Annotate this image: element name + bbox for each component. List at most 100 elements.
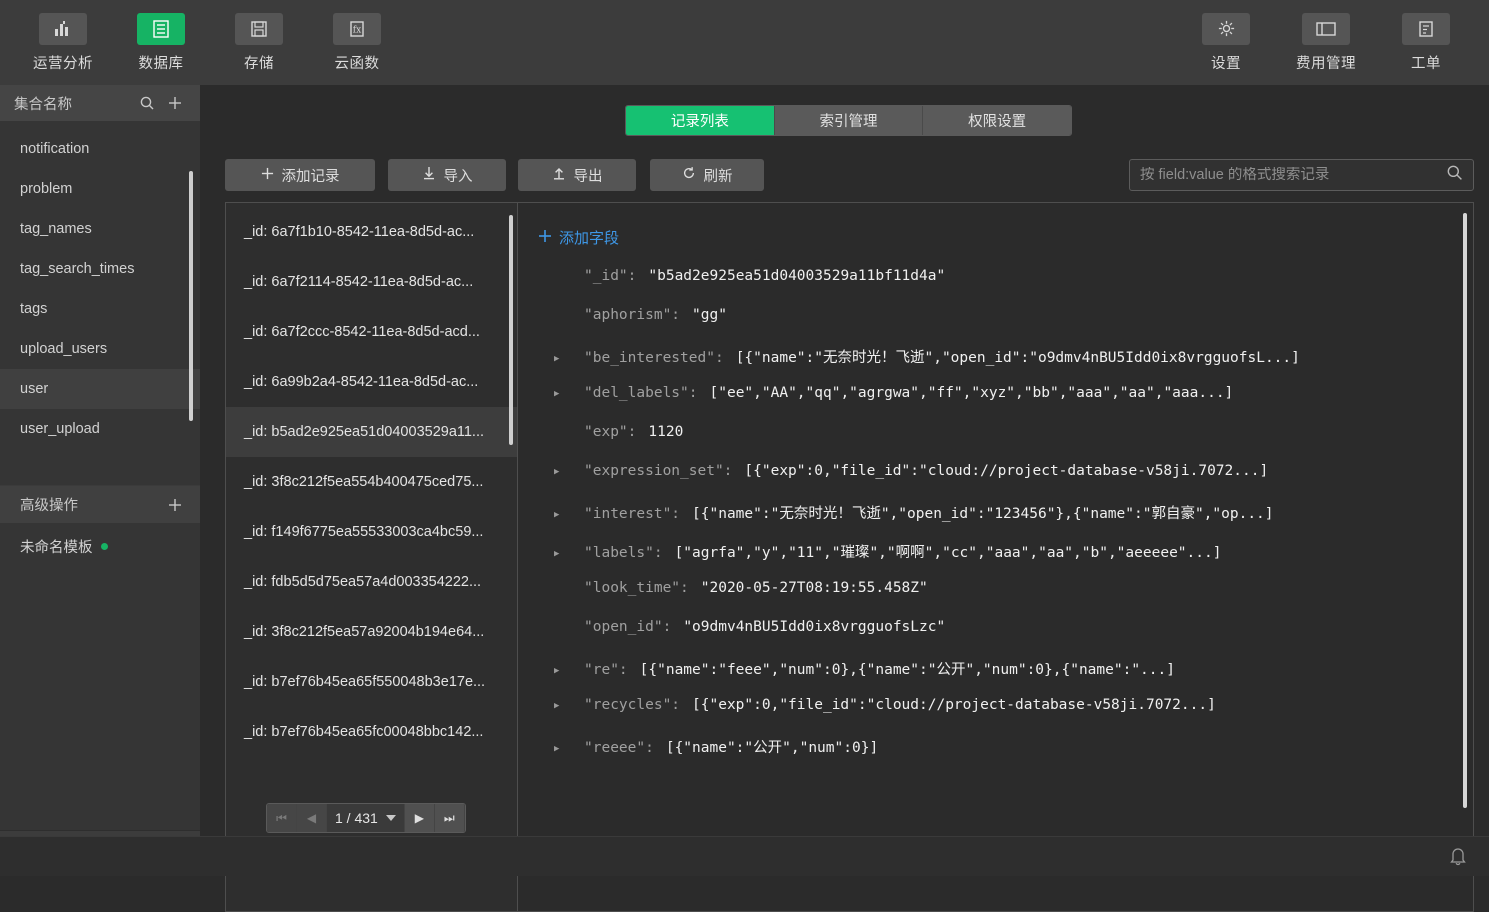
json-field-key: "exp": xyxy=(584,424,636,440)
nav-item-cloud-functions[interactable]: fx 云函数 xyxy=(322,13,392,73)
billing-icon xyxy=(1315,21,1337,37)
import-button[interactable]: 导入 xyxy=(388,159,506,191)
json-field-row: ▶ "interest": [{"name":"无奈时光！飞逝","open_i… xyxy=(538,502,1473,541)
list-item-selected[interactable]: _id: b5ad2e925ea51d04003529a11... xyxy=(226,407,517,457)
tab-index-management[interactable]: 索引管理 xyxy=(775,106,924,135)
json-field-row: ▶ "exp": 1120 xyxy=(538,424,1473,463)
sidebar-item-upload_users[interactable]: upload_users xyxy=(0,329,200,369)
sidebar-item-user[interactable]: user xyxy=(0,369,200,409)
expand-triangle-icon[interactable]: ▶ xyxy=(554,355,570,364)
export-button[interactable]: 导出 xyxy=(518,159,636,191)
sidebar-item-problem[interactable]: problem xyxy=(0,169,200,209)
nav-item-storage[interactable]: 存储 xyxy=(224,13,294,73)
nav-item-settings[interactable]: 设置 xyxy=(1191,13,1261,73)
template-label: 未命名模板 xyxy=(20,536,93,557)
advanced-operations-header[interactable]: 高级操作 xyxy=(0,485,200,523)
record-search-box[interactable] xyxy=(1129,159,1474,191)
pagination-page-selector[interactable]: 1 / 431 xyxy=(327,804,405,832)
expand-triangle-icon[interactable]: ▶ xyxy=(554,667,570,676)
list-item[interactable]: _id: 3f8c212f5ea57a92004b194e64... xyxy=(226,607,517,657)
gear-icon-tile xyxy=(1202,13,1250,45)
list-item[interactable]: _id: b7ef76b45ea65f550048b3e17e... xyxy=(226,657,517,707)
main-tab-bar: 记录列表 索引管理 权限设置 xyxy=(625,105,1072,136)
pagination-prev-button[interactable]: ◀ xyxy=(297,804,327,832)
nav-label: 运营分析 xyxy=(33,52,93,73)
pagination-first-button[interactable]: ⏮ xyxy=(267,804,297,832)
sidebar-title: 集合名称 xyxy=(14,93,130,114)
sidebar-item-tags[interactable]: tags xyxy=(0,289,200,329)
sidebar-item-notification[interactable]: notification xyxy=(0,129,200,169)
status-dot-icon xyxy=(101,543,108,550)
expand-triangle-icon[interactable]: ▶ xyxy=(554,745,570,754)
json-field-key: "labels": xyxy=(584,545,663,561)
json-field-value: [{"name":"公开","num":0}] xyxy=(666,736,878,757)
billing-icon-tile xyxy=(1302,13,1350,45)
search-icon[interactable] xyxy=(136,92,158,114)
nav-item-tickets[interactable]: 工单 xyxy=(1391,13,1461,73)
list-item[interactable]: _id: b7ef76b45ea65fc00048bbc142... xyxy=(226,707,517,757)
json-field-value: [{"name":"feee","num":0},{"name":"公开","n… xyxy=(640,658,1175,679)
tab-permission-settings[interactable]: 权限设置 xyxy=(923,106,1071,135)
sidebar-item-untitled-template[interactable]: 未命名模板 xyxy=(0,523,200,569)
chevron-down-icon xyxy=(386,815,396,821)
nav-item-billing[interactable]: 费用管理 xyxy=(1291,13,1361,73)
notification-bell-icon[interactable] xyxy=(1449,846,1467,871)
tab-record-list[interactable]: 记录列表 xyxy=(626,106,775,135)
list-item[interactable]: _id: 6a7f2ccc-8542-11ea-8d5d-acd... xyxy=(226,307,517,357)
json-field-row: ▶ "del_labels": ["ee","AA","qq","agrgwa"… xyxy=(538,385,1473,424)
json-field-key: "reeee": xyxy=(584,740,654,756)
record-id-list: _id: 6a7f1b10-8542-11ea-8d5d-ac... _id: … xyxy=(226,203,518,911)
json-field-value: [{"exp":0,"file_id":"cloud://project-dat… xyxy=(692,697,1216,713)
list-item[interactable]: _id: 6a7f2114-8542-11ea-8d5d-ac... xyxy=(226,257,517,307)
list-item[interactable]: _id: fdb5d5d75ea57a4d003354222... xyxy=(226,557,517,607)
top-nav-left-group: 运营分析 数据库 存储 xyxy=(28,13,392,73)
expand-triangle-icon[interactable]: ▶ xyxy=(554,390,570,399)
sidebar-item-tag_search_times[interactable]: tag_search_times xyxy=(0,249,200,289)
sidebar-item-user_upload[interactable]: user_upload xyxy=(0,409,200,449)
list-item[interactable]: _id: 3f8c212f5ea554b400475ced75... xyxy=(226,457,517,507)
add-template-icon[interactable] xyxy=(164,494,186,516)
ticket-icon-tile xyxy=(1402,13,1450,45)
download-arrow-icon xyxy=(422,166,436,184)
pagination-next-button[interactable]: ▶ xyxy=(405,804,435,832)
record-detail-panel: 添加字段 ▶ "_id": "b5ad2e925ea51d04003529a11… xyxy=(518,203,1473,911)
function-icon: fx xyxy=(348,20,366,38)
add-record-button[interactable]: 添加记录 xyxy=(225,159,375,191)
bar-chart-icon xyxy=(53,20,73,38)
list-item[interactable]: _id: f149f6775ea55533003ca4bc59... xyxy=(226,507,517,557)
record-list-scrollbar[interactable] xyxy=(509,215,513,445)
nav-label: 云函数 xyxy=(335,52,380,73)
nav-label: 工单 xyxy=(1411,52,1441,73)
json-field-value: "o9dmv4nBU5Idd0ix8vrgguofsLzc" xyxy=(683,619,945,635)
expand-triangle-icon[interactable]: ▶ xyxy=(554,468,570,477)
upload-arrow-icon xyxy=(552,166,566,184)
expand-triangle-icon[interactable]: ▶ xyxy=(554,702,570,711)
search-icon[interactable] xyxy=(1446,164,1463,186)
sidebar-item-tag_names[interactable]: tag_names xyxy=(0,209,200,249)
nav-item-database[interactable]: 数据库 xyxy=(126,13,196,73)
pagination-control: ⏮ ◀ 1 / 431 ▶ ⏭ xyxy=(266,803,466,833)
json-field-row: ▶ "labels": ["agrfa","y","11","璀璨","啊啊",… xyxy=(538,541,1473,580)
database-icon-tile xyxy=(137,13,185,45)
json-field-value: [{"name":"无奈时光！飞逝","open_id":"123456"},{… xyxy=(692,502,1274,523)
add-collection-icon[interactable] xyxy=(164,92,186,114)
add-field-button[interactable]: 添加字段 xyxy=(538,227,619,248)
save-disk-icon xyxy=(250,20,268,38)
json-field-key: "look_time": xyxy=(584,580,689,596)
expand-triangle-icon[interactable]: ▶ xyxy=(554,550,570,559)
top-navigation-bar: 运营分析 数据库 存储 xyxy=(0,0,1489,85)
list-item[interactable]: _id: 6a7f1b10-8542-11ea-8d5d-ac... xyxy=(226,207,517,257)
add-record-label: 添加记录 xyxy=(282,165,340,186)
nav-item-operation-analytics[interactable]: 运营分析 xyxy=(28,13,98,73)
sidebar-scrollbar[interactable] xyxy=(189,171,193,421)
refresh-icon xyxy=(682,166,696,184)
json-field-key: "recycles": xyxy=(584,697,680,713)
ticket-icon xyxy=(1417,20,1435,38)
expand-triangle-icon[interactable]: ▶ xyxy=(554,511,570,520)
refresh-button[interactable]: 刷新 xyxy=(650,159,764,191)
list-item[interactable]: _id: 6a99b2a4-8542-11ea-8d5d-ac... xyxy=(226,357,517,407)
search-input[interactable] xyxy=(1140,167,1446,183)
pagination-last-button[interactable]: ⏭ xyxy=(435,804,465,832)
detail-panel-scrollbar[interactable] xyxy=(1463,213,1467,808)
json-field-value: "b5ad2e925ea51d04003529a11bf11d4a" xyxy=(648,268,945,284)
